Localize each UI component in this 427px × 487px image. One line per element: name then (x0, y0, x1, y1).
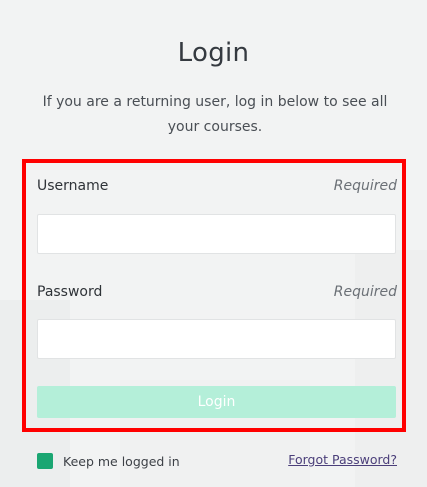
username-label: Username (37, 178, 109, 194)
forgot-password-link[interactable]: Forgot Password? (288, 452, 397, 467)
username-required-text: Required (333, 178, 397, 194)
page-title: Login (177, 38, 250, 68)
keep-logged-in-toggle[interactable]: Keep me logged in (37, 452, 180, 470)
keep-logged-in-label: Keep me logged in (63, 453, 180, 469)
password-label: Password (37, 284, 103, 300)
login-subtitle: If you are a returning user, log in belo… (42, 94, 388, 135)
keep-logged-in-checkbox[interactable] (37, 453, 53, 469)
username-input[interactable] (37, 214, 396, 254)
password-required-text: Required (333, 284, 397, 300)
password-input[interactable] (37, 319, 396, 359)
login-panel: Login If you are a returning user, log i… (0, 0, 427, 487)
login-button[interactable]: Login (37, 386, 396, 418)
